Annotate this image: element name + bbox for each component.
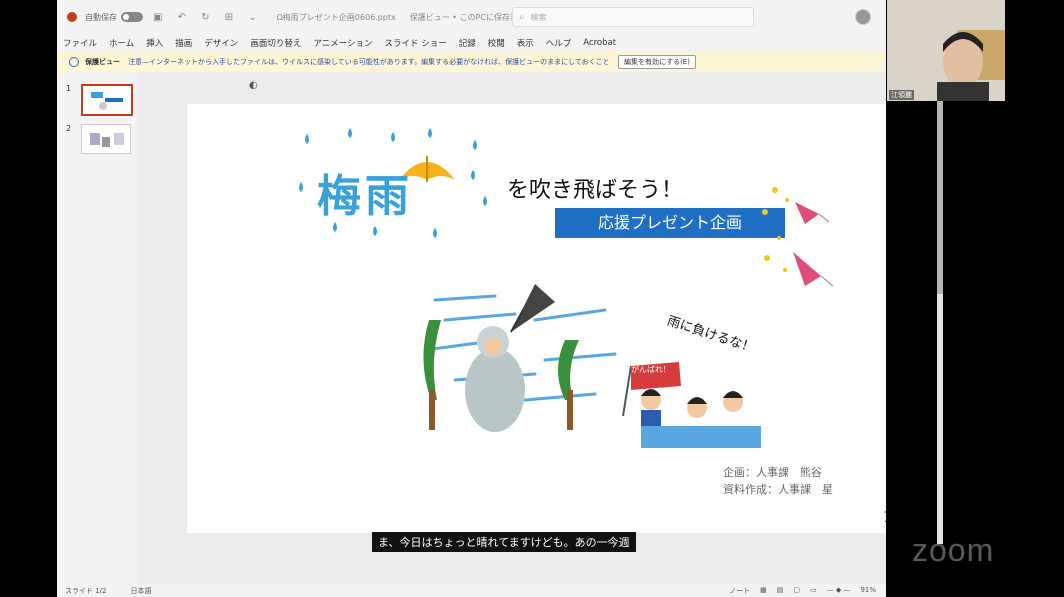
normal-view-icon[interactable]: ▦ <box>760 586 767 596</box>
scrollbar-thumb[interactable] <box>937 94 943 294</box>
slide-canvas[interactable]: 梅雨 を吹き飛ばそう！ 応援プレゼント企画 雨に負けるな！ がんばれ! 企画：人… <box>187 104 886 533</box>
tab-insert[interactable]: 挿入 <box>146 37 163 49</box>
account-avatar[interactable] <box>855 9 871 25</box>
file-name: Ω梅雨プレゼント企画0606.pptx <box>276 12 396 22</box>
quick-access-toolbar[interactable]: ▣ ↶ ↻ ⊞ ⌄ <box>153 12 263 23</box>
language-indicator[interactable]: 日本語 <box>131 586 152 596</box>
tab-view[interactable]: 表示 <box>517 37 534 49</box>
slide-editing-area: ◐ 梅雨 を吹き飛ばそう！ 応援プレゼント企画 雨に負けるな！ がんばれ! 企画… <box>137 72 886 584</box>
reading-view-icon[interactable]: ▢ <box>793 586 800 596</box>
shield-icon <box>69 57 79 67</box>
subtitle-banner: 応援プレゼント企画 <box>555 208 785 238</box>
tab-animations[interactable]: アニメーション <box>313 37 372 49</box>
accessibility-icon[interactable]: ◐ <box>249 80 258 91</box>
ribbon-tabs: ファイル ホーム 挿入 描画 デザイン 画面切り替え アニメーション スライド … <box>57 34 886 52</box>
title-bar: 自動保存 ▣ ↶ ↻ ⊞ ⌄ Ω梅雨プレゼント企画0606.pptx 保護ビュー… <box>57 0 886 34</box>
autosave-label: 自動保存 <box>85 12 117 22</box>
notes-button[interactable]: ノート <box>729 586 750 596</box>
tab-file[interactable]: ファイル <box>63 37 97 49</box>
thumbnail-preview-1 <box>91 92 123 110</box>
search-box[interactable]: ⌕ 検索 <box>512 7 754 27</box>
slideshow-icon[interactable]: ▭ <box>810 586 817 596</box>
participant-video-feed <box>887 0 1005 101</box>
slide-page-number: 1 <box>883 508 886 526</box>
autosave-toggle[interactable] <box>121 12 143 22</box>
title-kanji: 梅雨 <box>317 171 413 222</box>
credit-planning: 企画：人事課 熊谷 <box>723 466 822 479</box>
vertical-scrollbar[interactable] <box>937 94 943 544</box>
zoom-level[interactable]: 91% <box>860 586 876 596</box>
tab-record[interactable]: 記録 <box>459 37 476 49</box>
participant-name: 江領麗 <box>889 90 914 100</box>
tab-slideshow[interactable]: スライド ショー <box>385 37 447 49</box>
slide-thumbnail-pane: 1 2 <box>57 72 137 584</box>
credit-docs: 資料作成：人事課 星 <box>723 483 833 496</box>
thumbnail-number: 2 <box>66 124 72 133</box>
tab-acrobat[interactable]: Acrobat <box>583 38 616 48</box>
thumbnail-number: 1 <box>66 84 72 93</box>
tab-help[interactable]: ヘルプ <box>546 37 572 49</box>
slide-sorter-icon[interactable]: ▤ <box>777 586 784 596</box>
title-text: を吹き飛ばそう！ <box>507 178 684 203</box>
tab-transitions[interactable]: 画面切り替え <box>250 37 301 49</box>
thumbnail-preview-2 <box>90 133 124 147</box>
live-caption: ま、今日はちょっと晴れてますけども。あの一今週 <box>372 532 636 552</box>
tab-review[interactable]: 校閲 <box>488 37 505 49</box>
party-popper-icon <box>762 187 834 287</box>
status-bar: スライド 1/2 日本語 ノート ▦ ▤ ▢ ▭ — ◆ — 91% <box>57 584 886 597</box>
protected-view-bar: 保護ビュー 注意—インターネットから入手したファイルは、ウイルスに感染している可… <box>57 52 886 73</box>
enable-editing-button[interactable]: 編集を有効にする(E) <box>618 55 696 69</box>
storm-illustration <box>423 284 617 432</box>
powerpoint-window: 自動保存 ▣ ↶ ↻ ⊞ ⌄ Ω梅雨プレゼント企画0606.pptx 保護ビュー… <box>57 0 886 597</box>
zoom-slider[interactable]: — ◆ — <box>827 586 851 596</box>
zoom-watermark: zoom <box>912 532 995 568</box>
tab-home[interactable]: ホーム <box>109 37 134 49</box>
powerpoint-logo-icon <box>67 12 77 22</box>
search-icon: ⌕ <box>519 11 525 23</box>
tab-design[interactable]: デザイン <box>204 37 238 49</box>
protected-view-message[interactable]: 注意—インターネットから入手したファイルは、ウイルスに感染している可能性がありま… <box>128 57 608 67</box>
protected-view-label: 保護ビュー <box>85 58 120 66</box>
slide-count: スライド 1/2 <box>65 586 107 595</box>
tab-draw[interactable]: 描画 <box>175 37 192 49</box>
file-status: 保護ビュー • このPCに保存済み <box>409 12 526 22</box>
participant-video: 江領麗 <box>887 0 1005 101</box>
slide-thumbnail-1[interactable] <box>81 84 133 116</box>
flag-text: がんばれ! <box>631 365 667 374</box>
search-placeholder: 検索 <box>530 12 547 22</box>
cheer-text: 雨に負けるな！ <box>665 313 757 357</box>
slide-thumbnail-2[interactable] <box>81 124 131 154</box>
